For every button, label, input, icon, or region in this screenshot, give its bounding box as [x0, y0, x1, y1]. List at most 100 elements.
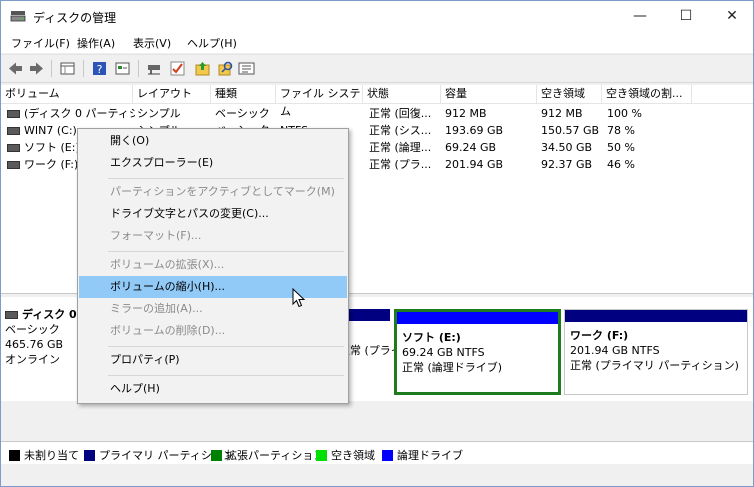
legend-swatch: [211, 450, 222, 461]
ctx-format: フォーマット(F)...: [110, 229, 202, 242]
disk-type: ベーシック: [5, 323, 60, 336]
mouse-cursor-icon: [292, 288, 306, 308]
context-menu: 開く(O) エクスプローラー(E) パーティションをアクティブとしてマーク(M)…: [77, 128, 349, 404]
cell-status: 正常 (シス...: [369, 124, 432, 137]
svg-text:?: ?: [97, 63, 103, 76]
forward-icon[interactable]: [28, 60, 45, 77]
cell-free: 912 MB: [541, 107, 583, 120]
disk-management-window: ディスクの管理 — ☐ ✕ ファイル(F) 操作(A) 表示(V) ヘルプ(H)…: [0, 0, 754, 487]
legend-swatch: [382, 450, 393, 461]
legend-swatch: [9, 450, 20, 461]
cell-type: ベーシック: [215, 107, 270, 120]
ctx-separator: [108, 346, 344, 347]
cell-percent: 100 %: [607, 107, 642, 120]
disk-info[interactable]: ディスク 0 ベーシック 465.76 GB オンライン: [5, 307, 77, 367]
ctx-help[interactable]: ヘルプ(H): [79, 378, 347, 400]
cell-capacity: 193.69 GB: [445, 124, 504, 137]
partition-text: ソフト (E:) 69.24 GB NTFS 正常 (論理ドライブ): [402, 330, 502, 375]
menu-help[interactable]: ヘルプ(H): [187, 35, 237, 51]
cell-volume: (ディスク 0 パーティシ...: [3, 105, 135, 122]
ctx-mark-active: パーティションをアクティブとしてマーク(M): [110, 185, 335, 198]
list-header: ボリューム レイアウト 種類 ファイル システム 状態 容量 空き領域 空き領域…: [1, 85, 753, 118]
menu-view[interactable]: 表示(V): [133, 35, 171, 51]
column-volume[interactable]: ボリューム: [1, 85, 133, 103]
ctx-separator: [108, 178, 344, 179]
table-row[interactable]: (ディスク 0 パーティシ... シンプル ベーシック 正常 (回復... 91…: [1, 105, 753, 122]
disk-map-empty-area: [1, 401, 753, 441]
menu-bar: ファイル(F) 操作(A) 表示(V) ヘルプ(H): [1, 32, 753, 53]
settings-list-icon[interactable]: [238, 60, 255, 77]
volume-icon: [7, 144, 20, 152]
ctx-separator: [108, 375, 344, 376]
cell-free: 92.37 GB: [541, 158, 593, 171]
search-icon[interactable]: [217, 60, 234, 77]
help-icon[interactable]: ?: [91, 60, 108, 77]
ctx-change-drive-letter[interactable]: ドライブ文字とパスの変更(C)...: [79, 203, 347, 225]
ctx-shrink-volume[interactable]: ボリュームの縮小(H)...: [79, 276, 347, 298]
legend-logical: 論理ドライブ: [382, 447, 463, 463]
volume-icon: [7, 161, 20, 169]
cell-capacity: 69.24 GB: [445, 141, 497, 154]
back-icon[interactable]: [7, 60, 24, 77]
minimize-button[interactable]: —: [617, 1, 663, 32]
column-percent-free[interactable]: 空き領域の割...: [602, 85, 692, 103]
cell-status: 正常 (論理...: [369, 141, 432, 154]
menu-action[interactable]: 操作(A): [77, 35, 115, 51]
ctx-delete-volume: ボリュームの削除(D)...: [110, 324, 226, 337]
ctx-open[interactable]: 開く(O): [79, 130, 347, 152]
partition-bar: [565, 310, 747, 322]
list-view-icon[interactable]: [59, 60, 76, 77]
cell-capacity: 912 MB: [445, 107, 487, 120]
cell-free: 150.57 GB: [541, 124, 600, 137]
disk-size: 465.76 GB: [5, 338, 64, 351]
toolbar: ?: [1, 54, 753, 83]
partition-work-f[interactable]: ワーク (F:) 201.94 GB NTFS 正常 (プライマリ パーティショ…: [564, 309, 748, 395]
menu-file[interactable]: ファイル(F): [11, 35, 70, 51]
volume-icon: [7, 110, 20, 118]
column-filesystem[interactable]: ファイル システム: [276, 85, 363, 118]
ctx-extend-volume: ボリュームの拡張(X)...: [110, 258, 225, 271]
partition-status: 正常 (プライマリ パーティション): [570, 359, 739, 372]
folder-up-icon[interactable]: [194, 60, 211, 77]
ctx-properties[interactable]: プロパティ(P): [79, 349, 347, 371]
title-bar: ディスクの管理 — ☐ ✕: [1, 1, 753, 32]
legend-swatch: [84, 450, 95, 461]
cell-percent: 78 %: [607, 124, 635, 137]
ctx-add-mirror: ミラーの追加(A)...: [110, 302, 203, 315]
properties-icon[interactable]: [114, 60, 131, 77]
ctx-explore[interactable]: エクスプローラー(E): [79, 152, 347, 174]
column-capacity[interactable]: 容量: [441, 85, 537, 103]
legend-swatch: [316, 450, 327, 461]
partition-size: 69.24 GB NTFS: [402, 346, 485, 359]
volume-icon: [7, 127, 20, 135]
cell-status: 正常 (回復...: [369, 107, 432, 120]
legend-extended: 拡張パーティション: [211, 447, 324, 463]
check-icon[interactable]: [169, 60, 186, 77]
maximize-button[interactable]: ☐: [663, 1, 709, 32]
window-title: ディスクの管理: [33, 11, 117, 25]
partition-status: 正常 (論理ドライブ): [402, 361, 503, 374]
close-button[interactable]: ✕: [709, 1, 753, 32]
cell-layout: シンプル: [137, 107, 181, 120]
disk-icon: [5, 311, 18, 319]
legend-free-space: 空き領域: [316, 447, 375, 463]
partition-bar: [397, 312, 558, 324]
cell-free: 34.50 GB: [541, 141, 593, 154]
partition-size: 201.94 GB NTFS: [570, 344, 660, 357]
partition-name: ワーク (F:): [570, 329, 629, 342]
cell-percent: 46 %: [607, 158, 635, 171]
connect-icon[interactable]: [146, 60, 163, 77]
column-free-space[interactable]: 空き領域: [537, 85, 602, 103]
disk-management-icon: [10, 11, 26, 22]
disk-status: オンライン: [5, 353, 60, 366]
partition-text: ワーク (F:) 201.94 GB NTFS 正常 (プライマリ パーティショ…: [570, 328, 739, 373]
legend-unallocated: 未割り当て: [9, 447, 79, 463]
cell-filesystem: [276, 105, 367, 122]
column-layout[interactable]: レイアウト: [133, 85, 211, 103]
disk-name: ディスク 0: [22, 308, 77, 321]
cell-capacity: 201.94 GB: [445, 158, 504, 171]
column-type[interactable]: 種類: [211, 85, 276, 103]
column-status[interactable]: 状態: [363, 85, 441, 103]
partition-soft-e[interactable]: ソフト (E:) 69.24 GB NTFS 正常 (論理ドライブ): [394, 309, 561, 395]
cell-percent: 50 %: [607, 141, 635, 154]
